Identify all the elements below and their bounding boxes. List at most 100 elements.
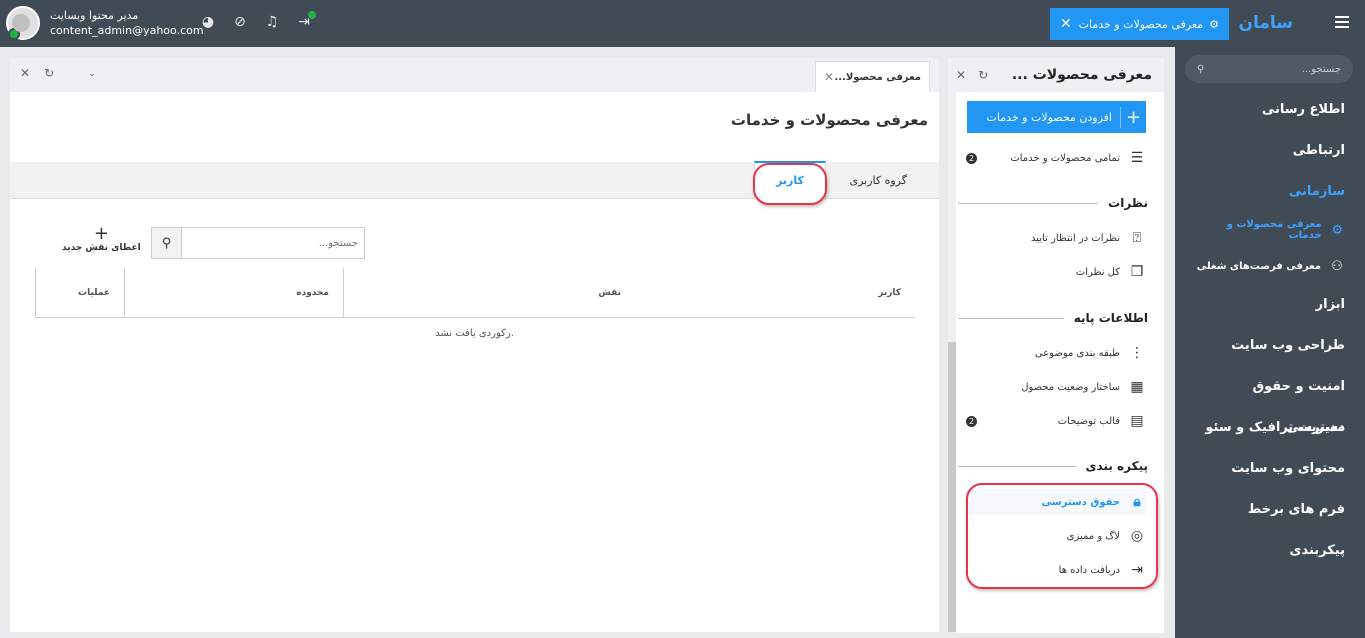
section-config: پیکره بندی — [958, 459, 1148, 473]
people-icon: ⚇ — [1331, 258, 1343, 274]
taxonomy-item[interactable]: ⋮ طبقه بندی موضوعی — [966, 340, 1146, 366]
sidebar-item-security[interactable]: امنیت و حقوق دسترسی — [1175, 366, 1365, 435]
menu-item-label: نظرات در انتظار تایید — [1030, 232, 1120, 244]
document-icon: ▤ — [1130, 413, 1144, 429]
section-title: اطلاعات پایه — [1073, 311, 1148, 325]
question-comment-icon: ⍰ — [1132, 230, 1142, 246]
menu-item-label: قالب توضیحات — [1057, 415, 1120, 427]
sidebar-item-web-content[interactable]: محتوای وب سایت — [1175, 448, 1365, 489]
sidebar-item-web-design[interactable]: طراحی وب سایت — [1175, 325, 1365, 366]
menu-item-label: ساختار وضعیت محصول — [1021, 381, 1120, 393]
palette-icon[interactable]: ◕ — [200, 14, 216, 30]
tab-bar: گروه کاربری کاربر — [10, 161, 939, 200]
sidebar-subitem-label: معرفی محصولات و خدمات — [1226, 219, 1322, 241]
chevron-down-icon[interactable]: ⌄ — [88, 69, 96, 80]
main-panel: ✕ ↻ ⌄ معرفی محصولا... ✕ معرفی محصولات و … — [10, 58, 939, 632]
user-name: مدیر محتوا وبسایت — [50, 9, 139, 22]
empty-state: رکوردی یافت نشد. — [435, 328, 514, 339]
sidebar: جستجو... ⚲ اطلاع رسانی ارتباطی سازمانی ⚙… — [1175, 47, 1365, 638]
list-icon: ☰ — [1130, 150, 1144, 166]
search-icon[interactable]: ⚲ — [152, 228, 182, 258]
plus-icon: + — [1120, 106, 1146, 128]
count-badge: 2 — [966, 415, 977, 427]
lock-icon: 🔒︎ — [1133, 494, 1141, 510]
access-rights-item[interactable]: 🔒︎ حقوق دسترسی — [966, 489, 1146, 515]
bell-icon[interactable]: ♫ — [264, 14, 280, 30]
doc-tab[interactable]: معرفی محصولا... ✕ — [815, 61, 930, 92]
close-icon[interactable]: ✕ — [824, 70, 834, 84]
log-audit-item[interactable]: ◎ لاگ و ممیزی — [966, 523, 1146, 549]
all-products-label: تمامی محصولات و خدمات — [1010, 152, 1120, 164]
search-icon[interactable]: ⚲ — [1197, 64, 1204, 75]
page-title: معرفی محصولات و خدمات — [730, 111, 928, 129]
refresh-icon[interactable]: ↻ — [44, 66, 54, 80]
building-icon: ▦ — [1130, 379, 1144, 395]
scrollbar-thumb[interactable] — [948, 342, 956, 632]
section-title: پیکره بندی — [1085, 459, 1148, 473]
description-template-item[interactable]: ▤ قالب توضیحات 2 — [966, 408, 1146, 434]
new-role-button[interactable]: + اعطای نقش جدید — [62, 223, 141, 254]
tab-user[interactable]: کاربر — [754, 161, 826, 200]
close-icon[interactable]: ✕ — [20, 66, 30, 80]
section-base-info: اطلاعات پایه — [958, 311, 1148, 325]
column-header-actions[interactable]: عملیات — [35, 268, 124, 318]
brand-logo: سامان — [1238, 13, 1293, 33]
close-icon[interactable]: ✕ — [956, 68, 966, 82]
data-export-item[interactable]: ⇥ دریافت داده ها — [966, 557, 1146, 583]
pin-off-icon[interactable]: ⊘ — [232, 14, 248, 30]
all-comments-item[interactable]: ❐ کل نظرات — [966, 259, 1146, 285]
count-badge: 2 — [966, 152, 977, 164]
comments-icon: ❐ — [1130, 264, 1144, 280]
column-header-scope[interactable]: محدوده — [124, 268, 343, 318]
add-product-button[interactable]: + افزودن محصولات و خدمات — [967, 101, 1146, 133]
sidebar-item-configuration[interactable]: پیکربندی — [1175, 530, 1365, 571]
sidebar-item-organizational[interactable]: سازمانی — [1175, 171, 1365, 212]
column-header-role[interactable]: نقش — [343, 268, 635, 318]
menu-item-label: لاگ و ممیزی — [1066, 530, 1120, 542]
tab-user-group[interactable]: گروه کاربری — [849, 162, 907, 199]
close-icon[interactable]: ✕ — [1060, 16, 1072, 32]
scrollbar[interactable] — [948, 92, 956, 633]
top-bar: سامان ⚙ معرفی محصولات و خدمات ✕ مدیر محتو… — [0, 0, 1365, 47]
menu-item-label: کل نظرات — [1075, 266, 1120, 278]
menu-item-label: دریافت داده ها — [1058, 564, 1120, 576]
column-header-user[interactable]: کاربر — [635, 268, 915, 318]
user-email: content_admin@yahoo.com — [50, 24, 204, 37]
hamburger-menu-icon[interactable] — [1335, 16, 1349, 28]
sidebar-item-communication[interactable]: ارتباطی — [1175, 130, 1365, 171]
search-box: ⚲ — [151, 227, 365, 259]
product-icon: ⚙ — [1209, 17, 1219, 31]
panel-title: معرفی محصولات ... — [1011, 67, 1152, 83]
exit-icon[interactable]: ⇥ — [296, 11, 316, 30]
section-title: نظرات — [1108, 196, 1148, 210]
top-active-tab-label: معرفی محصولات و خدمات — [1078, 17, 1204, 31]
search-input[interactable] — [182, 228, 364, 258]
pending-comments-item[interactable]: ⍰ نظرات در انتظار تایید — [966, 225, 1146, 251]
sidebar-subitem-label: معرفی فرصت‌های شغلی — [1196, 260, 1321, 272]
plus-icon: + — [93, 223, 109, 244]
sidebar-item-traffic-seo[interactable]: مدیریت ترافیک و سئو — [1175, 407, 1365, 448]
sidebar-search-input[interactable]: جستجو... — [1302, 64, 1341, 75]
tree-icon: ⋮ — [1130, 345, 1144, 361]
export-icon: ⇥ — [1131, 562, 1143, 578]
user-profile[interactable]: مدیر محتوا وبسایت content_admin@yahoo.co… — [6, 6, 204, 40]
sidebar-subitem-products[interactable]: ⚙ معرفی محصولات و خدمات — [1175, 212, 1365, 248]
top-active-tab[interactable]: ⚙ معرفی محصولات و خدمات ✕ — [1050, 8, 1229, 40]
menu-item-label: حقوق دسترسی — [1041, 496, 1120, 508]
add-product-label: افزودن محصولات و خدمات — [986, 110, 1113, 124]
sidebar-item-notification[interactable]: اطلاع رسانی — [1175, 89, 1365, 130]
sidebar-subitem-jobs[interactable]: ⚇ معرفی فرصت‌های شغلی — [1175, 248, 1365, 284]
online-status-dot — [8, 28, 20, 40]
sidebar-item-tools[interactable]: ابزار — [1175, 284, 1365, 325]
new-role-label: اعطای نقش جدید — [62, 243, 141, 253]
refresh-icon[interactable]: ↻ — [978, 68, 988, 82]
grid-header: کاربر نقش محدوده عملیات — [35, 268, 915, 318]
menu-item-label: طبقه بندی موضوعی — [1034, 347, 1120, 359]
product-status-item[interactable]: ▦ ساختار وضعیت محصول — [966, 374, 1146, 400]
all-products-item[interactable]: ☰ تمامی محصولات و خدمات 2 — [966, 145, 1146, 171]
doc-tab-label: معرفی محصولا... — [834, 71, 921, 83]
sidebar-search[interactable]: جستجو... ⚲ — [1185, 55, 1353, 83]
sidebar-item-online-forms[interactable]: فرم های برخط — [1175, 489, 1365, 530]
product-icon: ⚙ — [1331, 222, 1344, 238]
avatar[interactable] — [6, 6, 40, 40]
